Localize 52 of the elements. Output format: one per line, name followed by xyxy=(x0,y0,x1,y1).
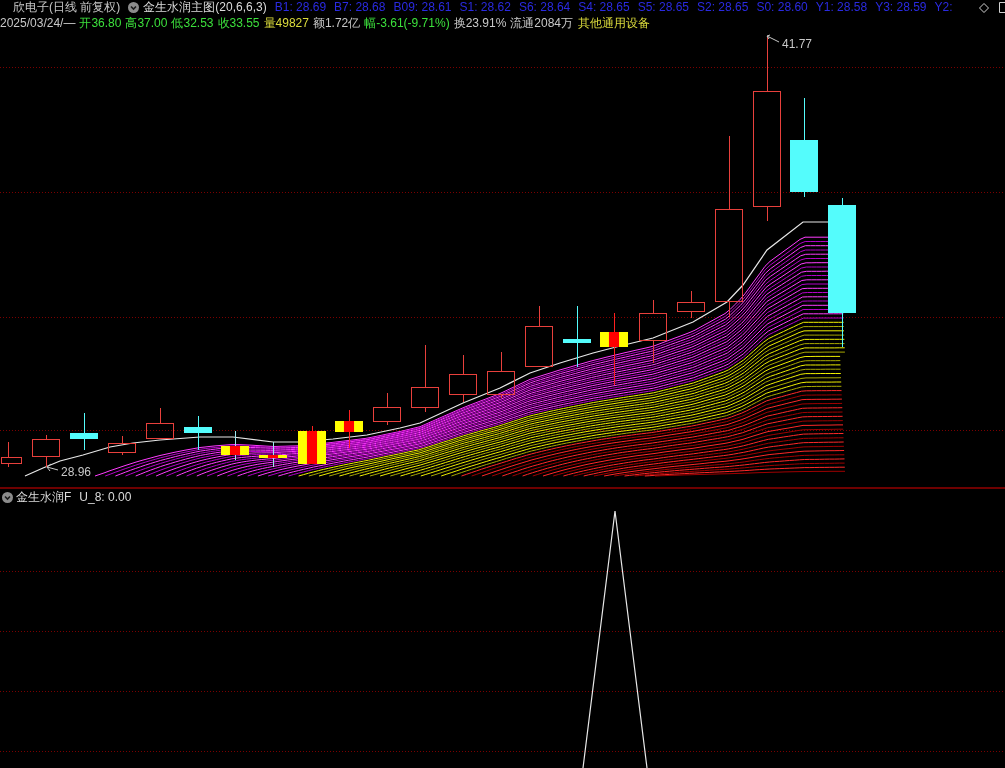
candlestick xyxy=(146,407,174,439)
quote-field: 开36.80 xyxy=(79,15,122,31)
indicator-value: Y1: 28.58 xyxy=(815,0,868,15)
signal-candlestick xyxy=(221,430,249,461)
quote-field: 换23.91% xyxy=(453,15,507,31)
indicator-value: Y2: xyxy=(934,0,953,15)
indicator-panel-title: 金生水润F xyxy=(16,490,72,505)
candlestick xyxy=(487,351,515,399)
quote-field: 收33.55 xyxy=(217,15,260,31)
indicator-title: 金生水润主图(20,6,6,3) xyxy=(143,0,267,15)
quote-field: 量49827 xyxy=(263,15,309,31)
signal-candlestick xyxy=(298,425,326,465)
candlestick xyxy=(563,305,591,368)
candlestick xyxy=(525,305,553,367)
indicator-value: B09: 28.61 xyxy=(393,0,452,15)
low-price-label: 28.96 xyxy=(61,465,92,479)
indicator-value: B1: 28.69 xyxy=(274,0,327,15)
candlestick xyxy=(677,290,705,319)
indicator-value: S4: 28.65 xyxy=(578,0,630,15)
diamond-icon[interactable] xyxy=(979,2,989,13)
candlestick xyxy=(449,354,477,403)
signal-candlestick xyxy=(259,441,287,468)
candlestick xyxy=(32,434,60,468)
quote-field: 高37.00 xyxy=(125,15,168,31)
candlestick xyxy=(639,299,667,364)
security-title: 欣电子(日线 前复权) xyxy=(13,0,121,15)
candlestick xyxy=(373,392,401,426)
candlestick xyxy=(108,435,136,456)
indicator-value: S2: 28.65 xyxy=(697,0,749,15)
circle-chevron-icon[interactable] xyxy=(128,2,140,13)
quote-field: 低32.53 xyxy=(171,15,214,31)
indicator-value: B7: 28.68 xyxy=(334,0,386,15)
candlestick xyxy=(184,415,212,451)
high-price-label: 41.77 xyxy=(782,37,813,51)
indicator-value: S6: 28.64 xyxy=(518,0,571,15)
indicator-value: Y3: 28.59 xyxy=(875,0,927,15)
leader-line xyxy=(46,463,59,472)
indicator-value: U_8: 0.00 xyxy=(79,490,132,505)
leader-line xyxy=(766,34,780,43)
quote-field: 流通2084万 xyxy=(510,15,574,31)
quote-field: 幅-3.61(-9.71%) xyxy=(364,15,450,31)
date-label: 2025/03/24/— xyxy=(0,15,76,31)
candlestick xyxy=(411,344,439,413)
circle-chevron-icon[interactable] xyxy=(2,492,13,503)
candlestick xyxy=(70,412,98,451)
industry-label: 其他通用设备 xyxy=(578,15,651,31)
signal-candlestick xyxy=(335,409,363,449)
indicator-value: S1: 28.62 xyxy=(459,0,511,15)
quote-field: 额1.72亿 xyxy=(312,15,361,31)
indicator-value: S0: 28.60 xyxy=(756,0,808,15)
candlestick xyxy=(1,441,22,468)
indicator-value: S5: 28.65 xyxy=(637,0,689,15)
